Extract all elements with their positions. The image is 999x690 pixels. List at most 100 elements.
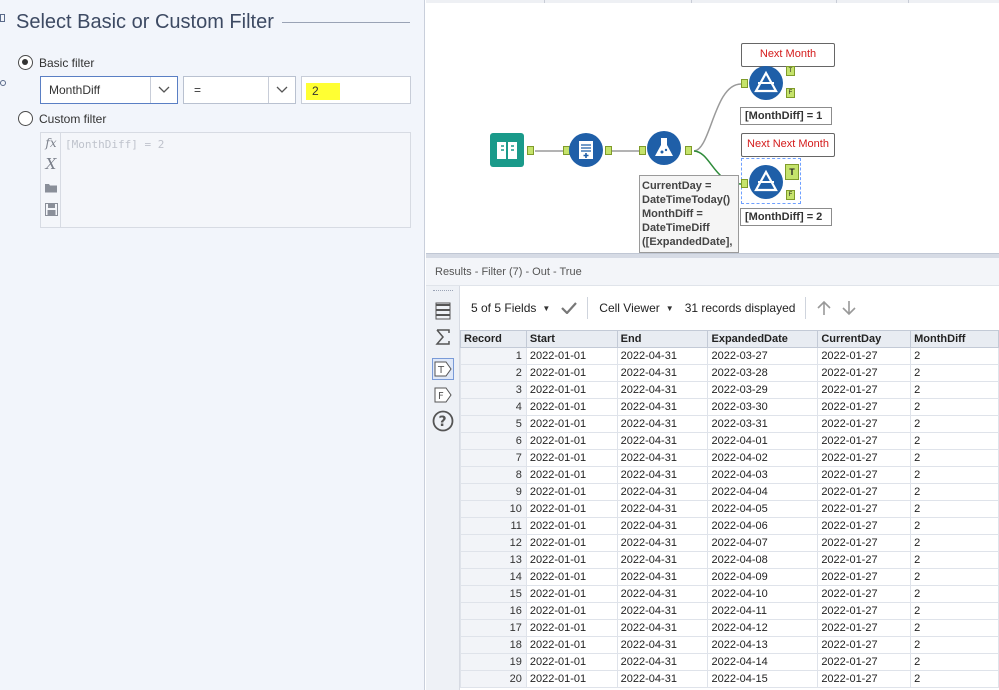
- table-cell[interactable]: 2022-01-27: [817, 398, 912, 416]
- table-cell[interactable]: 2: [910, 602, 999, 620]
- table-cell[interactable]: 15: [460, 585, 527, 603]
- false-anchor[interactable]: F: [786, 190, 795, 200]
- table-row[interactable]: 18 2022-01-01 2022-04-31 2022-04-13 2022-01-…: [460, 636, 999, 654]
- operator-select[interactable]: =: [183, 76, 296, 104]
- table-cell[interactable]: 2022-04-31: [616, 398, 709, 416]
- arrow-up-icon[interactable]: [817, 300, 831, 316]
- table-cell[interactable]: 2022-04-03: [707, 466, 819, 484]
- table-row[interactable]: 10 2022-01-01 2022-04-31 2022-04-05 2022-01-…: [460, 500, 999, 518]
- table-cell[interactable]: 10: [460, 500, 527, 518]
- table-cell[interactable]: 20: [460, 670, 527, 688]
- table-cell[interactable]: 2022-04-31: [616, 619, 709, 637]
- table-row[interactable]: 16 2022-01-01 2022-04-31 2022-04-11 2022-01-…: [460, 602, 999, 620]
- table-cell[interactable]: 2022-01-01: [525, 619, 618, 637]
- table-cell[interactable]: 2: [910, 585, 999, 603]
- table-cell[interactable]: 2022-01-27: [817, 670, 912, 688]
- filter-tool-triangle-filter-icon[interactable]: [749, 165, 783, 199]
- table-cell[interactable]: 2022-03-29: [707, 381, 819, 399]
- table-cell[interactable]: 2022-04-31: [616, 432, 709, 450]
- table-cell[interactable]: 2022-01-01: [525, 398, 618, 416]
- table-cell[interactable]: 2022-04-31: [616, 415, 709, 433]
- table-row[interactable]: 3 2022-01-01 2022-04-31 2022-03-29 2022-01-2…: [460, 381, 999, 399]
- table-cell[interactable]: 2022-04-10: [707, 585, 819, 603]
- table-cell[interactable]: 2022-03-28: [707, 364, 819, 382]
- table-cell[interactable]: 2022-04-02: [707, 449, 819, 467]
- table-cell[interactable]: 2022-04-31: [616, 466, 709, 484]
- false-output-icon[interactable]: F: [432, 384, 454, 406]
- table-row[interactable]: 2 2022-01-01 2022-04-31 2022-03-28 2022-01-2…: [460, 364, 999, 382]
- input-anchor[interactable]: [741, 179, 748, 188]
- table-cell[interactable]: 2: [910, 517, 999, 535]
- custom-filter-option[interactable]: Custom filter: [18, 111, 106, 126]
- table-cell[interactable]: 2022-01-01: [525, 653, 618, 671]
- field-select[interactable]: MonthDiff: [40, 76, 178, 104]
- workflow-canvas[interactable]: CurrentDay = DateTimeToday() MonthDiff =…: [426, 0, 999, 253]
- apply-checkmark-icon[interactable]: [561, 302, 578, 314]
- function-icon[interactable]: fx: [43, 135, 59, 151]
- table-cell[interactable]: 2022-01-27: [817, 534, 912, 552]
- table-cell[interactable]: 2022-04-31: [616, 602, 709, 620]
- column-header-start[interactable]: Start: [525, 330, 618, 348]
- table-cell[interactable]: 2022-01-01: [525, 670, 618, 688]
- table-cell[interactable]: 2: [910, 466, 999, 484]
- table-cell[interactable]: 19: [460, 653, 527, 671]
- open-folder-icon[interactable]: [43, 179, 59, 195]
- table-cell[interactable]: 2022-04-31: [616, 364, 709, 382]
- table-cell[interactable]: 1: [460, 347, 527, 365]
- table-cell[interactable]: 2: [910, 415, 999, 433]
- container-next-month[interactable]: Next Month: [741, 43, 835, 67]
- table-row[interactable]: 13 2022-01-01 2022-04-31 2022-04-08 2022-01-…: [460, 551, 999, 569]
- input-anchor[interactable]: [741, 79, 748, 88]
- table-cell[interactable]: 2022-01-01: [525, 449, 618, 467]
- variable-icon[interactable]: X: [43, 155, 59, 173]
- table-cell[interactable]: 2022-04-07: [707, 534, 819, 552]
- table-cell[interactable]: 2022-04-31: [616, 347, 709, 365]
- table-row[interactable]: 15 2022-01-01 2022-04-31 2022-04-10 2022-01-…: [460, 585, 999, 603]
- cell-viewer-dropdown[interactable]: Cell Viewer ▼: [599, 301, 673, 315]
- table-cell[interactable]: 2022-01-27: [817, 466, 912, 484]
- custom-expression-editor[interactable]: fx X [MonthDiff] = 2: [40, 132, 411, 228]
- table-cell[interactable]: 2022-01-27: [817, 432, 912, 450]
- table-cell[interactable]: 2022-01-27: [817, 381, 912, 399]
- table-cell[interactable]: 2022-04-14: [707, 653, 819, 671]
- table-cell[interactable]: 2022-04-31: [616, 653, 709, 671]
- table-cell[interactable]: 2022-03-31: [707, 415, 819, 433]
- table-cell[interactable]: 2: [910, 636, 999, 654]
- table-cell[interactable]: 5: [460, 415, 527, 433]
- input-data-tool-book-icon[interactable]: [490, 133, 524, 167]
- true-output-icon[interactable]: T: [432, 358, 454, 380]
- custom-filter-radio[interactable]: [18, 111, 33, 126]
- table-row[interactable]: 9 2022-01-01 2022-04-31 2022-04-04 2022-01-2…: [460, 483, 999, 501]
- table-cell[interactable]: 2022-04-31: [616, 534, 709, 552]
- table-row[interactable]: 19 2022-01-01 2022-04-31 2022-04-14 2022-01-…: [460, 653, 999, 671]
- table-cell[interactable]: 2022-04-31: [616, 483, 709, 501]
- table-cell[interactable]: 2022-01-27: [817, 551, 912, 569]
- table-cell[interactable]: 2022-03-27: [707, 347, 819, 365]
- column-header-record[interactable]: Record: [460, 330, 527, 348]
- input-anchor[interactable]: [639, 146, 646, 155]
- table-cell[interactable]: 2022-01-01: [525, 585, 618, 603]
- table-cell[interactable]: 2022-01-01: [525, 568, 618, 586]
- table-cell[interactable]: 2022-01-01: [525, 364, 618, 382]
- table-cell[interactable]: 2022-01-27: [817, 636, 912, 654]
- fields-dropdown[interactable]: 5 of 5 Fields ▼: [471, 301, 550, 315]
- table-cell[interactable]: 2: [910, 568, 999, 586]
- table-cell[interactable]: 2022-01-27: [817, 347, 912, 365]
- column-header-currentday[interactable]: CurrentDay: [817, 330, 912, 348]
- table-cell[interactable]: 8: [460, 466, 527, 484]
- table-cell[interactable]: 2022-04-31: [616, 517, 709, 535]
- table-cell[interactable]: 2022-04-31: [616, 449, 709, 467]
- table-cell[interactable]: 2022-04-08: [707, 551, 819, 569]
- table-cell[interactable]: 2022-01-01: [525, 500, 618, 518]
- results-grid[interactable]: Record Start End ExpandedDate CurrentDay Mont…: [460, 330, 999, 690]
- summary-sigma-icon[interactable]: [432, 326, 454, 348]
- table-cell[interactable]: 2022-01-01: [525, 415, 618, 433]
- table-cell[interactable]: 2022-01-01: [525, 381, 618, 399]
- select-tool-table-list-icon[interactable]: [569, 133, 603, 167]
- output-anchor[interactable]: [527, 146, 534, 155]
- table-cell[interactable]: 2022-01-01: [525, 517, 618, 535]
- edge-checkbox-icon[interactable]: [0, 14, 5, 22]
- data-view-icon[interactable]: [432, 300, 454, 322]
- table-cell[interactable]: 3: [460, 381, 527, 399]
- container-next-next-month[interactable]: Next Next Month: [741, 133, 835, 157]
